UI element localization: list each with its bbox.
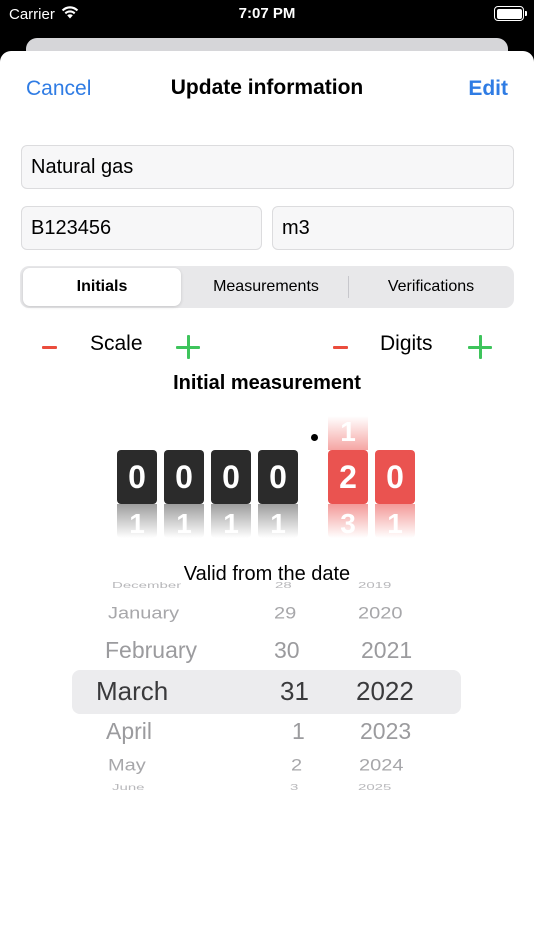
picker-month-selected[interactable]: March: [96, 676, 168, 707]
meter-name-field[interactable]: [21, 145, 514, 189]
digits-minus-button[interactable]: [333, 346, 348, 349]
picker-year-selected[interactable]: 2022: [356, 676, 414, 707]
serial-number-field[interactable]: [21, 206, 262, 250]
picker-day-item[interactable]: 29: [274, 604, 296, 624]
picker-month-item[interactable]: February: [105, 637, 197, 664]
tabs-segmented-control: Initials Measurements Verifications: [20, 266, 514, 308]
tab-verifications[interactable]: Verifications: [350, 268, 512, 306]
navigation-bar: Cancel Update information Edit: [0, 51, 534, 126]
odometer-digit-3-next: 1: [211, 504, 251, 538]
picker-month-item[interactable]: January: [108, 604, 179, 624]
edit-button[interactable]: Edit: [468, 77, 508, 101]
update-sheet: Cancel Update information Edit Initials …: [0, 51, 534, 950]
picker-year-item[interactable]: 2020: [358, 604, 403, 624]
valid-from-label: Valid from the date: [183, 563, 351, 585]
status-bar: Carrier 7:07 PM: [0, 0, 534, 30]
picker-year-item[interactable]: 2025: [358, 783, 391, 792]
status-time: 7:07 PM: [238, 5, 296, 22]
odometer-decimal-2[interactable]: 0: [375, 450, 415, 504]
picker-year-item[interactable]: 2023: [360, 718, 411, 745]
picker-year-item[interactable]: 2019: [358, 581, 391, 590]
odometer-decimal-2-next: 1: [375, 504, 415, 538]
odometer-digit-1[interactable]: 0: [117, 450, 157, 504]
picker-day-item[interactable]: 30: [274, 637, 300, 664]
odometer-decimal-1-prev: 1: [328, 416, 368, 450]
picker-year-item[interactable]: 2024: [359, 756, 404, 776]
scale-plus-button[interactable]: [176, 335, 200, 359]
scale-label: Scale: [90, 332, 143, 355]
tab-initials[interactable]: Initials: [23, 268, 181, 306]
picker-month-item[interactable]: December: [112, 581, 181, 590]
picker-month-item[interactable]: April: [106, 718, 152, 745]
scale-minus-button[interactable]: [42, 346, 57, 349]
cancel-button[interactable]: Cancel: [26, 77, 91, 101]
odometer-digit-2-next: 1: [164, 504, 204, 538]
picker-day-selected[interactable]: 31: [280, 676, 309, 707]
decimal-point: [311, 434, 318, 441]
segment-divider: [348, 276, 349, 298]
initial-measurement-title: Initial measurement: [173, 372, 361, 394]
picker-year-item[interactable]: 2021: [361, 637, 412, 664]
odometer-digit-4-next: 1: [258, 504, 298, 538]
battery-full-icon: [494, 6, 527, 21]
odometer-digit-3[interactable]: 0: [211, 450, 251, 504]
digits-label: Digits: [380, 332, 433, 355]
picker-day-item[interactable]: 2: [291, 756, 302, 776]
odometer-decimal-1-next: 3: [328, 504, 368, 538]
picker-month-item[interactable]: May: [108, 756, 146, 776]
picker-day-item[interactable]: 28: [275, 581, 292, 590]
unit-field[interactable]: [272, 206, 514, 250]
digits-plus-button[interactable]: [468, 335, 492, 359]
picker-day-item[interactable]: 3: [290, 783, 298, 792]
tab-measurements[interactable]: Measurements: [184, 268, 348, 306]
odometer-digit-1-next: 1: [117, 504, 157, 538]
odometer-digit-4[interactable]: 0: [258, 450, 298, 504]
odometer-digit-2[interactable]: 0: [164, 450, 204, 504]
picker-day-item[interactable]: 1: [292, 718, 305, 745]
odometer-decimal-1[interactable]: 2: [328, 450, 368, 504]
picker-month-item[interactable]: June: [112, 783, 145, 792]
